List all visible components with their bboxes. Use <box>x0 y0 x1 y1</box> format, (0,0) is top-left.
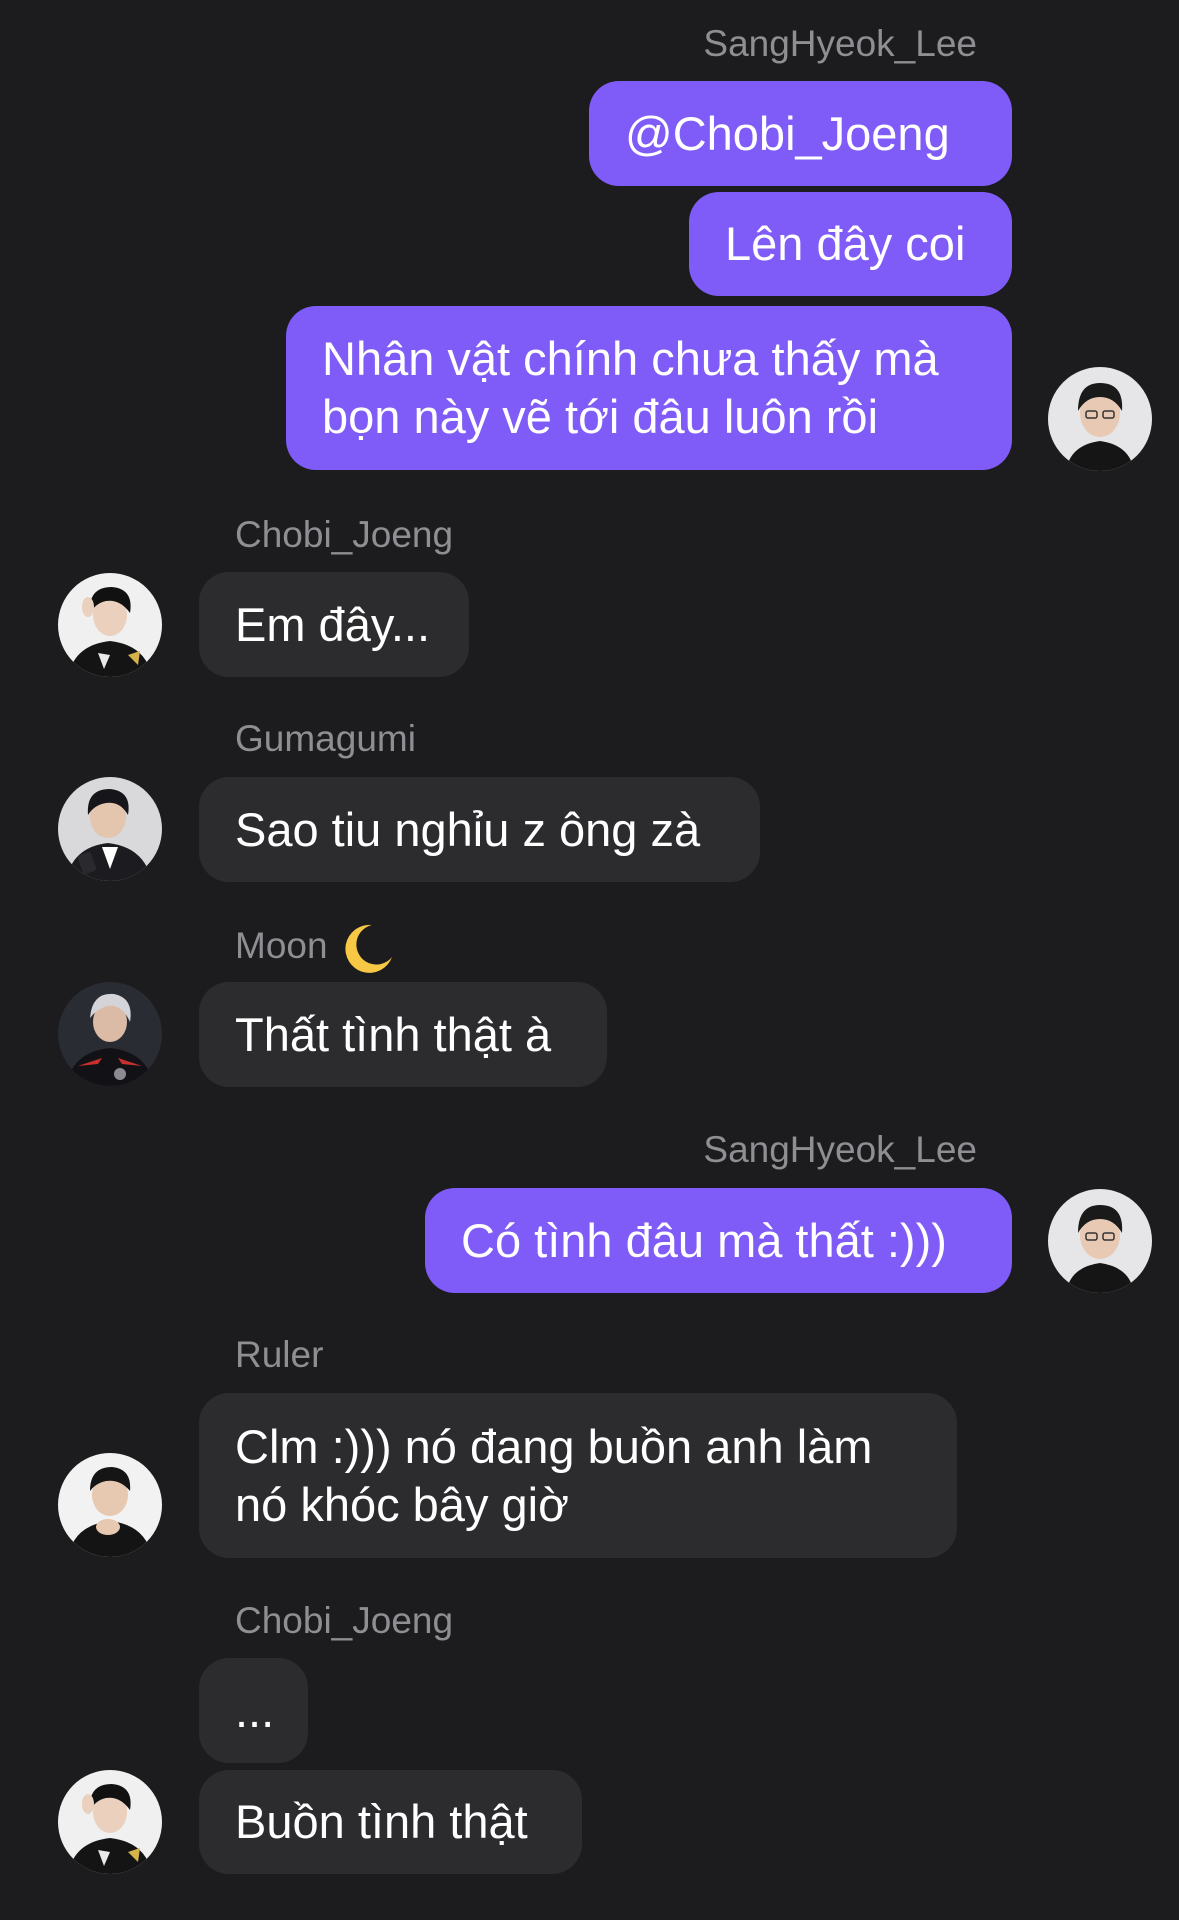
avatar[interactable] <box>58 1453 162 1557</box>
avatar[interactable] <box>58 1770 162 1874</box>
avatar[interactable] <box>58 982 162 1086</box>
message-bubble[interactable]: Nhân vật chính chưa thấy mà bọn này vẽ t… <box>286 306 1012 470</box>
sender-name: Gumagumi <box>235 718 416 759</box>
message-text: Buồn tình thật <box>235 1795 528 1848</box>
message-text: Clm :))) nó đang buồn anh làm nó khóc bâ… <box>235 1419 873 1531</box>
message-bubble[interactable]: Có tình đâu mà thất :))) <box>425 1188 1012 1293</box>
message-text: Có tình đâu mà thất :))) <box>461 1213 947 1267</box>
message-text: Em đây... <box>235 597 431 651</box>
message-text: ... <box>235 1683 275 1737</box>
crescent-moon-icon <box>342 921 396 975</box>
message-bubble[interactable]: Thất tình thật à <box>199 982 607 1087</box>
message-bubble[interactable]: ... <box>199 1658 308 1763</box>
message-bubble[interactable]: @Chobi_Joeng <box>589 81 1012 186</box>
sender-name: SangHyeok_Lee <box>703 23 977 64</box>
sender-name: Chobi_Joeng <box>235 514 454 555</box>
message-text: Lên đây coi <box>725 217 966 270</box>
message-bubble[interactable]: Clm :))) nó đang buồn anh làm nó khóc bâ… <box>199 1393 957 1558</box>
avatar[interactable] <box>1048 367 1152 471</box>
message-text: Nhân vật chính chưa thấy mà bọn này vẽ t… <box>322 332 939 443</box>
message-bubble[interactable]: Em đây... <box>199 572 469 677</box>
sender-name: Chobi_Joeng <box>235 1600 454 1641</box>
message-text: Sao tiu nghỉu z ông zà <box>235 802 701 856</box>
avatar[interactable] <box>1048 1189 1152 1293</box>
message-bubble[interactable]: Buồn tình thật <box>199 1770 582 1874</box>
sender-name-text: Moon <box>235 924 328 966</box>
message-bubble[interactable]: Lên đây coi <box>689 192 1012 296</box>
avatar[interactable] <box>58 573 162 677</box>
message-text: @Chobi_Joeng <box>625 106 950 160</box>
message-text: Thất tình thật à <box>235 1007 552 1061</box>
sender-name: Moon <box>235 921 396 975</box>
sender-name: Ruler <box>235 1334 324 1375</box>
sender-name: SangHyeok_Lee <box>703 1129 977 1170</box>
message-bubble[interactable]: Sao tiu nghỉu z ông zà <box>199 777 760 882</box>
avatar[interactable] <box>58 777 162 881</box>
